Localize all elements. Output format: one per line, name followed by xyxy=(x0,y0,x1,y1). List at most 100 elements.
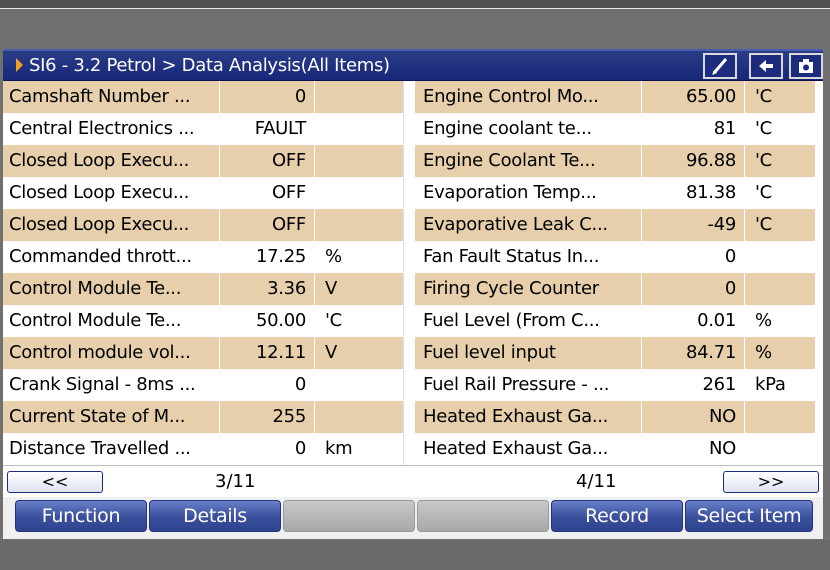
table-row[interactable]: Engine coolant te... 81 'C xyxy=(415,113,815,145)
parameter-value: 0 xyxy=(219,81,315,113)
parameter-unit: km xyxy=(325,438,353,459)
parameter-value: -49 xyxy=(641,209,745,241)
page-navigation: << 3/11 4/11 >> xyxy=(3,465,823,498)
parameter-value: NO xyxy=(641,433,745,465)
table-row[interactable]: Closed Loop Execu... OFF xyxy=(3,145,403,177)
left-data-column: Camshaft Number ... 0 Central Electronics … xyxy=(3,81,403,465)
back-button[interactable] xyxy=(749,53,783,79)
table-row[interactable]: Heated Exhaust Ga... NO xyxy=(415,401,815,433)
parameter-unit xyxy=(751,401,815,433)
table-row[interactable]: Engine Coolant Te... 96.88 'C xyxy=(415,145,815,177)
select-item-button[interactable]: Select Item xyxy=(685,500,813,532)
parameter-name: Engine coolant te... xyxy=(423,118,592,139)
table-row[interactable]: Control Module Te... 3.36 V xyxy=(3,273,403,305)
right-data-column: Engine Control Mo... 65.00 'C Engine coolan… xyxy=(415,81,815,465)
parameter-value: 65.00 xyxy=(641,81,745,113)
parameter-value: 255 xyxy=(219,401,315,433)
parameter-unit xyxy=(321,113,401,145)
parameter-name: Fuel Rail Pressure - ... xyxy=(423,374,610,395)
empty-button-1 xyxy=(283,500,415,532)
parameter-name: Firing Cycle Counter xyxy=(423,278,599,299)
empty-button-2 xyxy=(417,500,549,532)
parameter-name: Distance Travelled ... xyxy=(9,438,191,459)
parameter-unit: kPa xyxy=(755,374,786,395)
parameter-value: OFF xyxy=(219,145,315,177)
parameter-unit: 'C xyxy=(755,86,772,107)
parameter-unit xyxy=(751,273,815,305)
table-row[interactable]: Camshaft Number ... 0 xyxy=(3,81,403,113)
next-page-button[interactable]: >> xyxy=(723,471,819,493)
table-row[interactable]: Fuel Level (From C... 0.01% xyxy=(415,305,815,337)
brush-button[interactable] xyxy=(703,53,737,79)
table-row[interactable]: Fuel level input 84.71% xyxy=(415,337,815,369)
table-row[interactable]: Closed Loop Execu... OFF xyxy=(3,177,403,209)
parameter-unit xyxy=(321,81,401,113)
parameter-name: Crank Signal - 8ms ... xyxy=(9,374,196,395)
parameter-value: 84.71 xyxy=(641,337,745,369)
table-row[interactable]: Current State of M... 255 xyxy=(3,401,403,433)
parameter-name: Evaporation Temp... xyxy=(423,182,597,203)
parameter-unit: V xyxy=(325,342,338,363)
play-arrow-icon xyxy=(16,58,23,72)
parameter-unit xyxy=(321,401,401,433)
parameter-name: Current State of M... xyxy=(9,406,186,427)
parameter-value: 81 xyxy=(641,113,745,145)
parameter-unit: % xyxy=(755,342,772,363)
bottom-bezel xyxy=(0,540,830,570)
table-row[interactable]: Engine Control Mo... 65.00 'C xyxy=(415,81,815,113)
parameter-name: Heated Exhaust Ga... xyxy=(423,406,609,427)
camera-icon xyxy=(799,59,813,73)
table-row[interactable]: Control module vol... 12.11 V xyxy=(3,337,403,369)
parameter-value: 0.01 xyxy=(641,305,745,337)
parameter-value: 12.11 xyxy=(219,337,315,369)
parameter-name: Engine Coolant Te... xyxy=(423,150,596,171)
table-row[interactable]: Crank Signal - 8ms ... 0 xyxy=(3,369,403,401)
left-page-indicator: 3/11 xyxy=(215,471,256,492)
parameter-name: Closed Loop Execu... xyxy=(9,182,190,203)
parameter-name: Camshaft Number ... xyxy=(9,86,191,107)
parameter-unit: 'C xyxy=(755,214,772,235)
parameter-value: 0 xyxy=(641,241,745,273)
parameter-unit xyxy=(321,145,401,177)
screenshot-button[interactable] xyxy=(789,53,823,79)
parameter-value: FAULT xyxy=(219,113,315,145)
parameter-unit: 'C xyxy=(325,310,342,331)
table-row[interactable]: Evaporative Leak C... -49 'C xyxy=(415,209,815,241)
parameter-unit xyxy=(321,177,401,209)
table-row[interactable]: Heated Exhaust Ga... NO xyxy=(415,433,815,465)
parameter-value: 96.88 xyxy=(641,145,745,177)
parameter-name: Control Module Te... xyxy=(9,310,182,331)
parameter-name: Fuel level input xyxy=(423,342,556,363)
table-row[interactable]: Closed Loop Execu... OFF xyxy=(3,209,403,241)
parameter-name: Closed Loop Execu... xyxy=(9,214,190,235)
table-row[interactable]: Firing Cycle Counter 0 xyxy=(415,273,815,305)
table-row[interactable]: Evaporation Temp... 81.38 'C xyxy=(415,177,815,209)
parameter-name: Evaporative Leak C... xyxy=(423,214,608,235)
parameter-value: NO xyxy=(641,401,745,433)
record-button[interactable]: Record xyxy=(551,500,683,532)
table-row[interactable]: Central Electronics ... FAULT xyxy=(3,113,403,145)
back-arrow-icon xyxy=(759,60,773,72)
parameter-name: Control module vol... xyxy=(9,342,191,363)
parameter-value: 3.36 xyxy=(219,273,315,305)
parameter-name: Central Electronics ... xyxy=(9,118,195,139)
parameter-unit: 'C xyxy=(755,150,772,171)
parameter-name: Control Module Te... xyxy=(9,278,182,299)
table-row[interactable]: Distance Travelled ... 0 km xyxy=(3,433,403,465)
brush-icon xyxy=(712,58,728,75)
title-bar: SI6 - 3.2 Petrol > Data Analysis(All Ite… xyxy=(3,49,823,81)
table-row[interactable]: Fuel Rail Pressure - ... 261 kPa xyxy=(415,369,815,401)
table-row[interactable]: Control Module Te... 50.00 'C xyxy=(3,305,403,337)
table-row[interactable]: Commanded thrott... 17.25% xyxy=(3,241,403,273)
parameter-unit: V xyxy=(325,278,338,299)
function-button[interactable]: Function xyxy=(15,500,147,532)
parameter-name: Fan Fault Status In... xyxy=(423,246,600,267)
parameter-value: 50.00 xyxy=(219,305,315,337)
function-bar: Function Details Record Select Item xyxy=(3,497,823,539)
parameter-unit xyxy=(321,209,401,241)
details-button[interactable]: Details xyxy=(149,500,281,532)
parameter-value: 0 xyxy=(219,433,315,465)
prev-page-button[interactable]: << xyxy=(7,471,103,493)
parameter-unit: 'C xyxy=(755,118,772,139)
table-row[interactable]: Fan Fault Status In... 0 xyxy=(415,241,815,273)
